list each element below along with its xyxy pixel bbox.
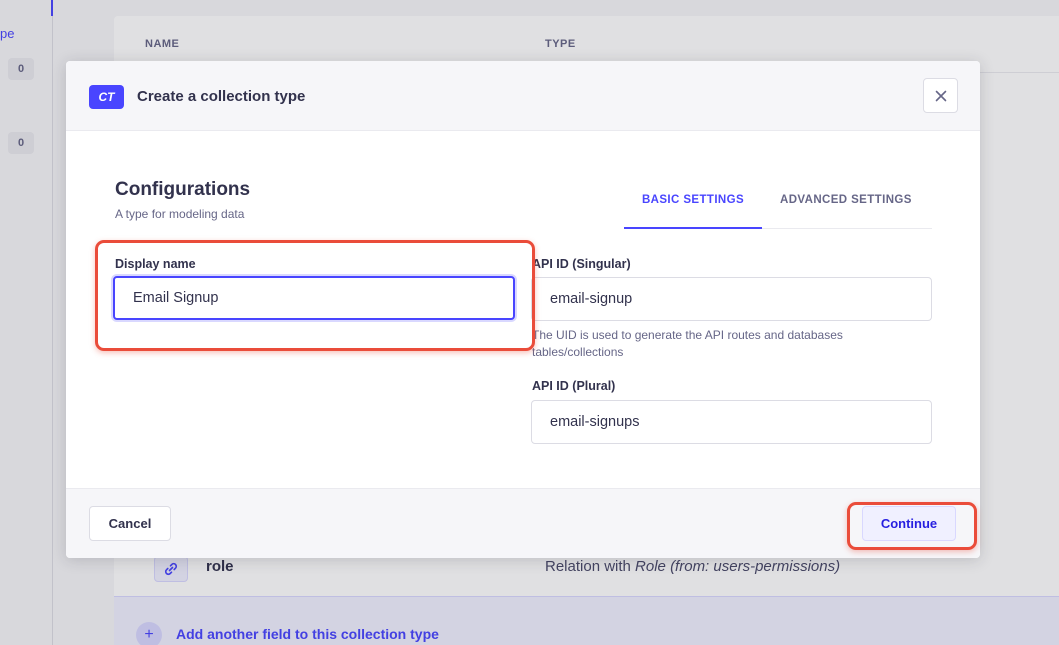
modal-header: CT Create a collection type (66, 61, 980, 131)
modal-footer: Cancel Continue (66, 488, 980, 558)
close-icon (935, 90, 946, 101)
display-name-label: Display name (115, 257, 196, 271)
close-button[interactable] (923, 78, 958, 113)
cancel-button[interactable]: Cancel (89, 506, 171, 541)
modal-title: Create a collection type (137, 88, 306, 105)
continue-button[interactable]: Continue (862, 506, 956, 541)
section-title: Configurations (115, 179, 251, 200)
display-name-input[interactable] (113, 276, 515, 320)
api-id-singular-label: API ID (Singular) (532, 257, 631, 271)
tab-advanced-settings[interactable]: ADVANCED SETTINGS (780, 194, 912, 206)
settings-tabs: BASIC SETTINGS ADVANCED SETTINGS (624, 185, 932, 229)
api-id-plural-input[interactable] (531, 400, 932, 444)
api-id-singular-input[interactable] (531, 277, 932, 321)
collection-type-badge: CT (89, 85, 124, 109)
tab-basic-settings[interactable]: BASIC SETTINGS (624, 194, 762, 229)
create-collection-type-modal: CT Create a collection type Configuratio… (66, 61, 980, 558)
api-id-hint: The UID is used to generate the API rout… (532, 328, 843, 359)
api-id-plural-label: API ID (Plural) (532, 379, 616, 393)
section-subtitle: A type for modeling data (115, 207, 245, 221)
